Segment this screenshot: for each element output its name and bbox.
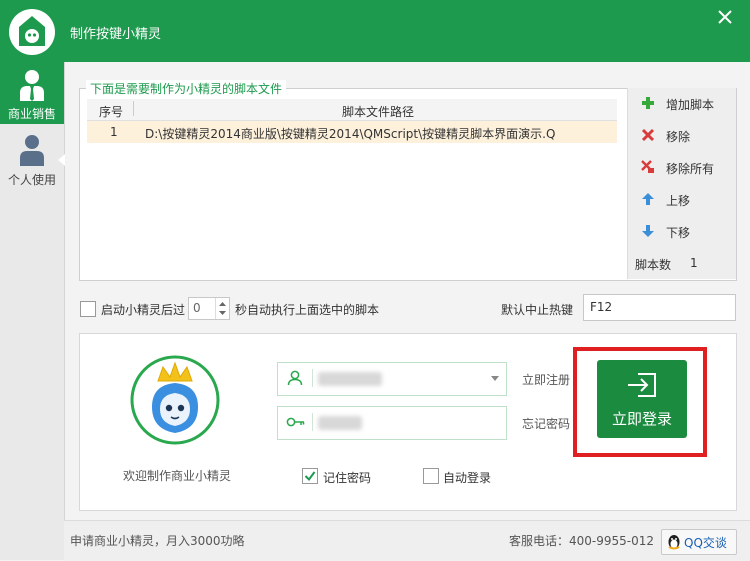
app-logo <box>9 9 55 55</box>
forgot-password-link[interactable]: 忘记密码 <box>522 415 570 432</box>
column-divider <box>133 101 134 116</box>
service-phone: 客服电话：400-9955-012 <box>509 534 655 548</box>
password-value-redacted <box>318 416 362 430</box>
autorun-suffix: 秒自动执行上面选中的脚本 <box>235 303 380 317</box>
arrow-down-icon <box>642 225 654 237</box>
remove-all-label: 移除所有 <box>666 162 715 176</box>
qq-penguin-icon <box>668 535 680 550</box>
chevron-down-icon[interactable] <box>490 375 500 383</box>
row-index: 1 <box>110 125 118 139</box>
hotkey-input[interactable]: F12 <box>583 294 736 321</box>
move-up-label: 上移 <box>666 194 691 208</box>
script-actions: 增加脚本 移除 移除所有 上移 下移 脚本数 1 <box>627 88 736 279</box>
remove-label: 移除 <box>666 130 691 144</box>
field-divider <box>312 369 313 387</box>
footer-bar: 申请商业小精灵，月入3000功略 客服电话：400-9955-012 QQ交谈 <box>64 520 750 561</box>
user-icon <box>287 370 303 386</box>
delete-all-icon <box>641 160 654 173</box>
autorun-seconds-stepper[interactable]: 0 <box>188 297 230 320</box>
remember-password-label: 记住密码 <box>323 471 372 485</box>
hotkey-label: 默认中止热键 <box>501 303 574 317</box>
move-down-label: 下移 <box>666 226 691 240</box>
add-script-label: 增加脚本 <box>666 98 715 112</box>
script-count-value: 1 <box>690 256 698 270</box>
move-up-button[interactable]: 上移 <box>628 187 736 211</box>
spin-arrows-icon <box>219 302 226 315</box>
welcome-text: 欢迎制作商业小精灵 <box>122 469 231 483</box>
key-icon <box>286 417 305 427</box>
move-down-button[interactable]: 下移 <box>628 219 736 243</box>
auto-login-label: 自动登录 <box>443 471 492 485</box>
title-bar: 制作按键小精灵 <box>0 0 750 62</box>
plus-icon <box>642 97 654 109</box>
add-script-button[interactable]: 增加脚本 <box>628 91 736 115</box>
close-icon[interactable] <box>716 8 734 26</box>
register-link[interactable]: 立即注册 <box>522 371 570 388</box>
login-arrow-icon <box>628 373 656 397</box>
remove-all-button[interactable]: 移除所有 <box>628 155 736 179</box>
mascot-avatar <box>130 355 220 445</box>
auto-login-checkbox[interactable] <box>423 468 439 484</box>
autorun-checkbox[interactable] <box>80 301 96 317</box>
sidebar-item-label: 个人使用 <box>7 173 56 187</box>
sidebar-item-personal[interactable]: 个人使用 <box>0 128 64 190</box>
username-value-redacted <box>318 372 382 386</box>
row-path: D:\按键精灵2014商业版\按键精灵2014\QMScript\按键精灵脚本界… <box>145 127 556 141</box>
autorun-seconds-value: 0 <box>193 301 201 315</box>
promo-link[interactable]: 申请商业小精灵，月入3000功略 <box>70 532 245 549</box>
delete-icon <box>641 128 655 142</box>
script-list-legend: 下面是需要制作为小精灵的脚本文件 <box>86 80 287 97</box>
script-count-label: 脚本数 <box>635 258 672 272</box>
window-title: 制作按键小精灵 <box>70 27 162 42</box>
column-header-path[interactable]: 脚本文件路径 <box>342 103 414 120</box>
arrow-up-icon <box>642 193 654 205</box>
hotkey-value: F12 <box>590 300 613 314</box>
spin-buttons[interactable] <box>215 298 229 319</box>
username-combobox[interactable] <box>277 362 507 396</box>
field-divider <box>312 413 313 431</box>
password-field[interactable] <box>277 406 507 440</box>
sidebar-item-label: 商业销售 <box>7 107 56 121</box>
autorun-prefix: 启动小精灵后过 <box>101 303 186 317</box>
login-button[interactable]: 立即登录 <box>597 360 687 438</box>
sidebar: 商业销售 个人使用 <box>0 62 65 560</box>
remember-password-checkbox[interactable] <box>302 468 318 484</box>
table-header: 序号 脚本文件路径 <box>87 99 617 121</box>
qq-chat-button[interactable]: QQ交谈 <box>661 529 737 555</box>
login-button-label: 立即登录 <box>611 410 672 428</box>
check-icon <box>304 471 316 482</box>
remove-button[interactable]: 移除 <box>628 123 736 147</box>
businessman-icon <box>20 70 44 101</box>
sidebar-item-business[interactable]: 商业销售 <box>0 62 64 124</box>
column-header-index[interactable]: 序号 <box>99 103 123 120</box>
table-row[interactable]: 1 D:\按键精灵2014商业版\按键精灵2014\QMScript\按键精灵脚… <box>87 121 617 143</box>
active-indicator <box>58 154 65 166</box>
qq-chat-label: QQ交谈 <box>684 536 727 550</box>
user-icon <box>20 135 44 166</box>
